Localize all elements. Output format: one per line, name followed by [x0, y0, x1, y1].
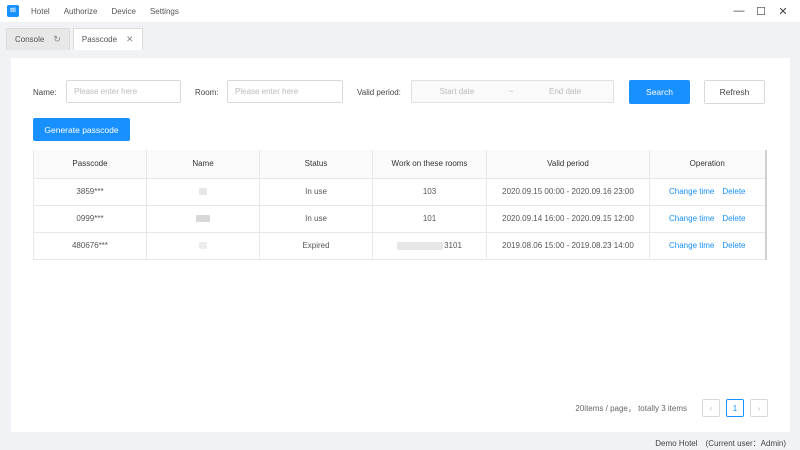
tab-label: Passcode — [81, 35, 118, 44]
name-cell — [146, 232, 260, 260]
end-date-input[interactable]: End date — [520, 87, 610, 96]
generate-passcode-button[interactable]: Generate passcode — [33, 118, 130, 141]
rooms-cell: 3101 — [372, 232, 487, 260]
close-icon[interactable]: ✕ — [126, 34, 134, 45]
title-bar: ttl Hotel Authorize Device Settings — ☐ … — [0, 0, 800, 22]
operation-cell: Change time Delete — [649, 205, 767, 233]
window-controls: — ☐ ✕ — [728, 3, 794, 19]
range-separator: ~ — [508, 87, 514, 96]
app-logo: ttl — [7, 5, 19, 17]
redacted-name — [196, 215, 210, 223]
status-cell: In use — [259, 205, 373, 233]
table-row: 480676*** Expired 3101 2019.08.06 15:00 … — [33, 232, 767, 260]
name-label: Name: — [33, 88, 57, 97]
refresh-button[interactable]: Refresh — [704, 80, 765, 104]
change-time-link[interactable]: Change time — [669, 241, 714, 250]
table-row: 0999*** In use 101 2020.09.14 16:00 - 20… — [33, 205, 767, 233]
passcode-cell: 3859*** — [33, 178, 147, 206]
menu-item-authorize[interactable]: Authorize — [64, 7, 98, 16]
tab-bar: Console ↻ Passcode ✕ — [0, 24, 800, 50]
table-row: 3859*** In use 103 2020.09.15 00:00 - 20… — [33, 178, 767, 206]
passcode-cell: 480676*** — [33, 232, 147, 260]
name-input[interactable]: Please enter here — [66, 80, 181, 103]
tab-console[interactable]: Console ↻ — [6, 28, 70, 50]
maximize-icon[interactable]: ☐ — [750, 3, 772, 19]
valid-period-cell: 2020.09.15 00:00 - 2020.09.16 23:00 — [486, 178, 650, 206]
close-window-icon[interactable]: ✕ — [772, 3, 794, 19]
name-cell — [146, 178, 260, 206]
tab-label: Console — [15, 35, 45, 44]
menu-item-hotel[interactable]: Hotel — [31, 7, 50, 16]
column-header-passcode: Passcode — [33, 150, 147, 179]
hotel-name: Demo Hotel — [655, 438, 698, 448]
column-header-valid-period: Valid period — [486, 150, 650, 179]
room-number: 3101 — [444, 241, 462, 250]
main-panel: Name: Please enter here Room: Please ent… — [11, 58, 790, 432]
room-label: Room: — [195, 88, 219, 97]
status-bar: Demo Hotel (Current user：Admin) — [0, 436, 800, 450]
valid-period-label: Valid period: — [357, 88, 401, 97]
menu-item-settings[interactable]: Settings — [150, 7, 179, 16]
pagination-summary: 20items / page， totally 3 items — [575, 403, 687, 413]
passcode-cell: 0999*** — [33, 205, 147, 233]
menu-bar: Hotel Authorize Device Settings — [31, 7, 193, 16]
table-header-row: Passcode Name Status Work on these rooms… — [33, 150, 767, 179]
column-header-rooms: Work on these rooms — [372, 150, 487, 179]
minimize-icon[interactable]: — — [728, 3, 750, 19]
valid-period-cell: 2020.09.14 16:00 - 2020.09.15 12:00 — [486, 205, 650, 233]
operation-cell: Change time Delete — [649, 232, 767, 260]
start-date-input[interactable]: Start date — [412, 87, 502, 96]
delete-link[interactable]: Delete — [722, 241, 745, 250]
pagination: 20items / page， totally 3 items ‹ 1 › — [575, 399, 768, 417]
current-user: (Current user：Admin) — [705, 438, 786, 448]
search-button[interactable]: Search — [629, 80, 690, 104]
tab-passcode[interactable]: Passcode ✕ — [72, 28, 143, 50]
rooms-cell: 101 — [372, 205, 487, 233]
rooms-cell: 103 — [372, 178, 487, 206]
operation-cell: Change time Delete — [649, 178, 767, 206]
redacted-room-prefix — [397, 241, 444, 250]
room-input[interactable]: Please enter here — [227, 80, 343, 103]
refresh-icon[interactable]: ↻ — [53, 34, 61, 45]
prev-page-icon[interactable]: ‹ — [702, 399, 720, 417]
status-cell: Expired — [259, 232, 373, 260]
page-button-1[interactable]: 1 — [726, 399, 744, 417]
column-header-name: Name — [146, 150, 260, 179]
menu-item-device[interactable]: Device — [111, 7, 135, 16]
column-header-status: Status — [259, 150, 373, 179]
delete-link[interactable]: Delete — [722, 214, 745, 223]
column-header-operation: Operation — [649, 150, 767, 179]
valid-period-cell: 2019.08.06 15:00 - 2019.08.23 14:00 — [486, 232, 650, 260]
date-range-picker[interactable]: Start date ~ End date — [411, 80, 614, 103]
passcode-table: Passcode Name Status Work on these rooms… — [33, 150, 767, 260]
status-cell: In use — [259, 178, 373, 206]
redacted-name — [199, 242, 207, 250]
delete-link[interactable]: Delete — [722, 187, 745, 196]
redacted-name — [199, 188, 207, 196]
change-time-link[interactable]: Change time — [669, 214, 714, 223]
change-time-link[interactable]: Change time — [669, 187, 714, 196]
next-page-icon[interactable]: › — [750, 399, 768, 417]
name-cell — [146, 205, 260, 233]
